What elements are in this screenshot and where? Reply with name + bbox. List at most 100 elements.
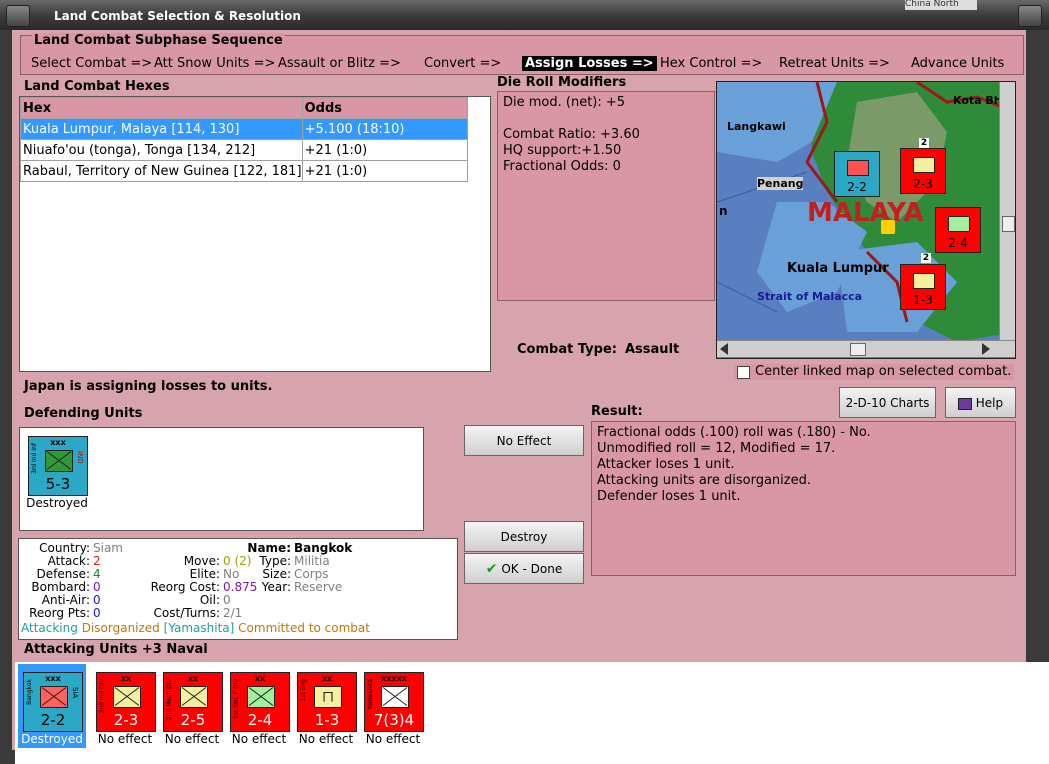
attacking-unit-counter[interactable]: xx 2nd Mech Div 2-5 (163, 672, 223, 732)
unit-info-panel: Country: Siam Attack: 2 Defense: 4 Bomba… (18, 538, 458, 640)
map-label-kuala-lumpur: Kuala Lumpur (787, 261, 889, 276)
unit-status: No effect (164, 732, 220, 746)
table-row[interactable]: Kuala Lumpur, Malaya [114, 130] +5.100 (… (20, 118, 469, 140)
antiair-value: 0 (93, 593, 101, 607)
reorg-cost-label: Reorg Cost: (150, 580, 220, 594)
move-label: Move: (183, 554, 220, 568)
size-value: Corps (294, 567, 329, 581)
country-label: Country: (39, 541, 90, 555)
map-counter[interactable]: 1-3 (900, 264, 946, 310)
unit-symbol-icon (847, 160, 869, 176)
map-counter-value: 1-3 (913, 293, 933, 307)
unit-symbol-icon (913, 157, 935, 173)
modifier-hq-support: HQ support:+1.50 (503, 143, 622, 158)
infantry-symbol-icon (45, 450, 73, 472)
seq-step-assign-losses: Assign Losses => (522, 56, 657, 71)
mech-symbol-icon (180, 686, 208, 708)
unit-value: 5-3 (45, 475, 71, 493)
modifiers-title: Die Roll Modifiers (497, 75, 627, 90)
defense-label: Defense: (36, 567, 90, 581)
destroy-button[interactable]: Destroy (464, 521, 584, 552)
attacking-unit-counter[interactable]: xx 2nd Ind Div 2-3 (96, 672, 156, 732)
seq-step-hex-control: Hex Control => (660, 56, 763, 71)
attacking-unit-counter[interactable]: xxxxx Yamashita 7(3)4 (364, 672, 424, 732)
reorg-pts-value: 0 (93, 606, 101, 620)
unit-side-label: Bangkok (26, 679, 33, 705)
result-box: Fractional odds (.100) roll was (.180) -… (591, 421, 1016, 576)
infantry-symbol-icon (113, 686, 141, 708)
minimize-window-button[interactable] (1018, 5, 1042, 27)
ok-done-button[interactable]: ✔ OK - Done (464, 553, 584, 584)
attacking-unit-counter[interactable]: xx 1st SNL F Div 2-4 (230, 672, 290, 732)
center-map-checkbox[interactable] (737, 366, 750, 379)
center-map-row: Center linked map on selected combat. (734, 364, 1014, 380)
attacking-units-panel: xxx Bangkok SIA 2-2 Destroyed xx 2nd Ind… (15, 662, 1049, 764)
defense-value: 4 (93, 567, 101, 581)
attacking-title: Attacking Units +3 Naval (24, 642, 208, 657)
year-value: Reserve (294, 580, 343, 594)
scroll-left-icon[interactable] (720, 343, 728, 355)
result-line: Unmodified roll = 12, Modified = 17. (597, 441, 836, 456)
status-attacking: Attacking (21, 621, 78, 635)
map-vscroll-thumb[interactable] (1002, 216, 1015, 232)
hex-column-header[interactable]: Hex (20, 97, 303, 119)
map-horizontal-scrollbar[interactable] (717, 340, 1015, 357)
map-vertical-scrollbar[interactable] (999, 82, 1015, 340)
unit-value: 7(3)4 (373, 711, 415, 729)
reorg-pts-label: Reorg Pts: (29, 606, 90, 620)
attacking-unit-counter[interactable]: xxx Bangkok SIA 2-2 (23, 672, 83, 732)
charts-button[interactable]: 2-D-10 Charts (839, 387, 936, 418)
anchor-icon (948, 216, 970, 232)
map-hscroll-thumb[interactable] (850, 343, 866, 356)
attacking-unit-counter[interactable]: xx 1st Eng ㄇ 1-3 (297, 672, 357, 732)
hex-cell: Niuafo'ou (tonga), Tonga [134, 212] (20, 139, 303, 161)
unit-status: Destroyed (21, 732, 83, 746)
table-row[interactable]: Niuafo'ou (tonga), Tonga [134, 212] +21 … (20, 139, 469, 161)
modifiers-box: Die mod. (net): +5 Combat Ratio: +3.60 H… (497, 91, 715, 301)
hexes-table: Hex Odds Kuala Lumpur, Malaya [114, 130]… (20, 97, 469, 182)
linked-map[interactable]: Langkawi Kota Bh Penang MALAYA Kuala Lum… (716, 81, 1016, 359)
map-counter[interactable]: 2-4 (935, 207, 981, 253)
close-window-button[interactable] (6, 5, 30, 27)
result-line: Defender loses 1 unit. (597, 489, 741, 504)
seq-step-convert: Convert => (424, 56, 502, 71)
map-counter[interactable]: 2-3 (900, 148, 946, 194)
bombard-value: 0 (93, 580, 101, 594)
bombard-label: Bombard: (31, 580, 90, 594)
result-line: Fractional odds (.100) roll was (.180) -… (597, 425, 871, 440)
odds-column-header[interactable]: Odds (301, 97, 469, 119)
unit-status-line: Attacking Disorganized [Yamashita] Commi… (21, 621, 370, 635)
stack-count-badge: 2 (919, 138, 929, 148)
antiair-label: Anti-Air: (41, 593, 90, 607)
unit-status: No effect (231, 732, 287, 746)
anchor-symbol-icon (247, 686, 275, 708)
status-hq: [Yamashita] (163, 621, 235, 635)
help-label: Help (975, 396, 1004, 410)
oil-value: 0 (223, 593, 231, 607)
unit-status: No effect (97, 732, 153, 746)
map-label-langkawi: Langkawi (727, 120, 786, 133)
hex-cell: Rabaul, Territory of New Guinea [122, 18… (20, 160, 303, 182)
map-counter[interactable]: 2-2 (834, 151, 880, 197)
status-disorganized: Disorganized (81, 621, 160, 635)
cost-turns-label: Cost/Turns: (153, 606, 220, 620)
modifier-combat-ratio: Combat Ratio: +3.60 (503, 127, 640, 142)
map-label-penang: Penang (757, 177, 804, 190)
map-label-malaya: MALAYA (807, 198, 924, 228)
seq-step-advance: Advance Units (911, 56, 1005, 71)
cost-turns-value: 2/1 (223, 606, 243, 620)
name-label: Name: (247, 541, 291, 555)
center-map-label: Center linked map on selected combat. (755, 364, 1012, 379)
engineer-icon (913, 273, 935, 289)
table-row[interactable]: Rabaul, Territory of New Guinea [122, 18… (20, 160, 469, 182)
unit-value: 2-5 (180, 711, 206, 729)
checkmark-icon: ✔ (485, 561, 498, 577)
window-title: Land Combat Selection & Resolution (54, 9, 301, 23)
combat-type-value: Assault (625, 342, 680, 357)
help-button[interactable]: Help (945, 387, 1016, 418)
scroll-right-icon[interactable] (982, 343, 990, 355)
defending-units-panel: xxx 3rd Ind Inf IND 5-3 Destroyed (19, 427, 424, 531)
defending-unit-counter[interactable]: xxx 3rd Ind Inf IND 5-3 (28, 436, 88, 496)
unit-value: 2-4 (247, 711, 273, 729)
no-effect-button[interactable]: No Effect (464, 425, 584, 456)
